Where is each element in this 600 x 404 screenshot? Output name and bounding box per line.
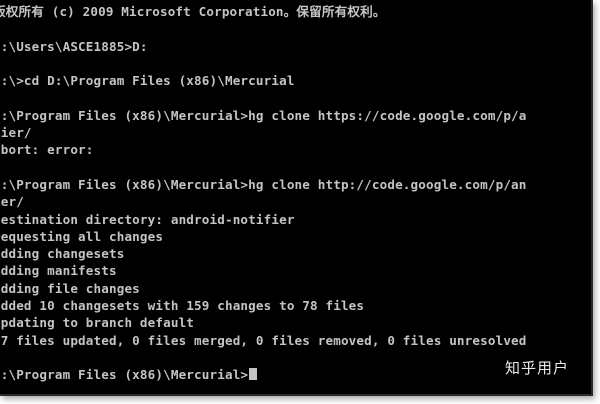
console-line-cmd-clone-http: D:\Program Files (x86)\Mercurial>hg clon… <box>0 176 527 192</box>
console-line-blank <box>0 55 527 72</box>
console-line-copyright: 版权所有 (c) 2009 Microsoft Corporation。保留所有… <box>0 4 386 19</box>
console-line-wrap: ier/ <box>0 194 24 210</box>
console-line-abort-error: abort: error: <box>0 142 94 158</box>
console-line-files-updated: 77 files updated, 0 files merged, 0 file… <box>0 332 527 348</box>
console-line-blank <box>0 159 527 176</box>
command-prompt-window[interactable]: 版权所有 (c) 2009 Microsoft Corporation。保留所有… <box>0 0 593 396</box>
console-line-updating-branch: updating to branch default <box>0 315 195 331</box>
prompt-text: D:\Program Files (x86)\Mercurial> <box>0 367 249 383</box>
console-line-wrap: fier/ <box>0 125 32 141</box>
console-line-blank <box>0 20 527 37</box>
console-line-prompt[interactable]: D:\Program Files (x86)\Mercurial> <box>0 366 527 383</box>
console-line-cmd-drive: C:\Users\ASCE1885>D: <box>0 38 148 54</box>
console-line-adding-file-changes: adding file changes <box>0 280 140 296</box>
console-line-added-summary: added 10 changesets with 159 changes to … <box>0 298 365 314</box>
console-line-adding-changesets: adding changesets <box>0 246 125 262</box>
console-line-cmd-cd: D:\>cd D:\Program Files (x86)\Mercurial <box>0 73 295 89</box>
screenshot-frame: 版权所有 (c) 2009 Microsoft Corporation。保留所有… <box>0 0 600 404</box>
console-line-adding-manifests: adding manifests <box>0 263 117 279</box>
text-cursor <box>249 368 258 381</box>
console-line-destination: destination directory: android-notifier <box>0 211 295 227</box>
console-line-cmd-clone-https: D:\Program Files (x86)\Mercurial>hg clon… <box>0 107 527 123</box>
console-line-blank <box>0 349 527 366</box>
watermark-text: 知乎用户 <box>504 359 569 377</box>
console-line-blank <box>0 89 527 106</box>
console-output: 版权所有 (c) 2009 Microsoft Corporation。保留所有… <box>0 3 527 384</box>
console-line-requesting: requesting all changes <box>0 228 164 244</box>
